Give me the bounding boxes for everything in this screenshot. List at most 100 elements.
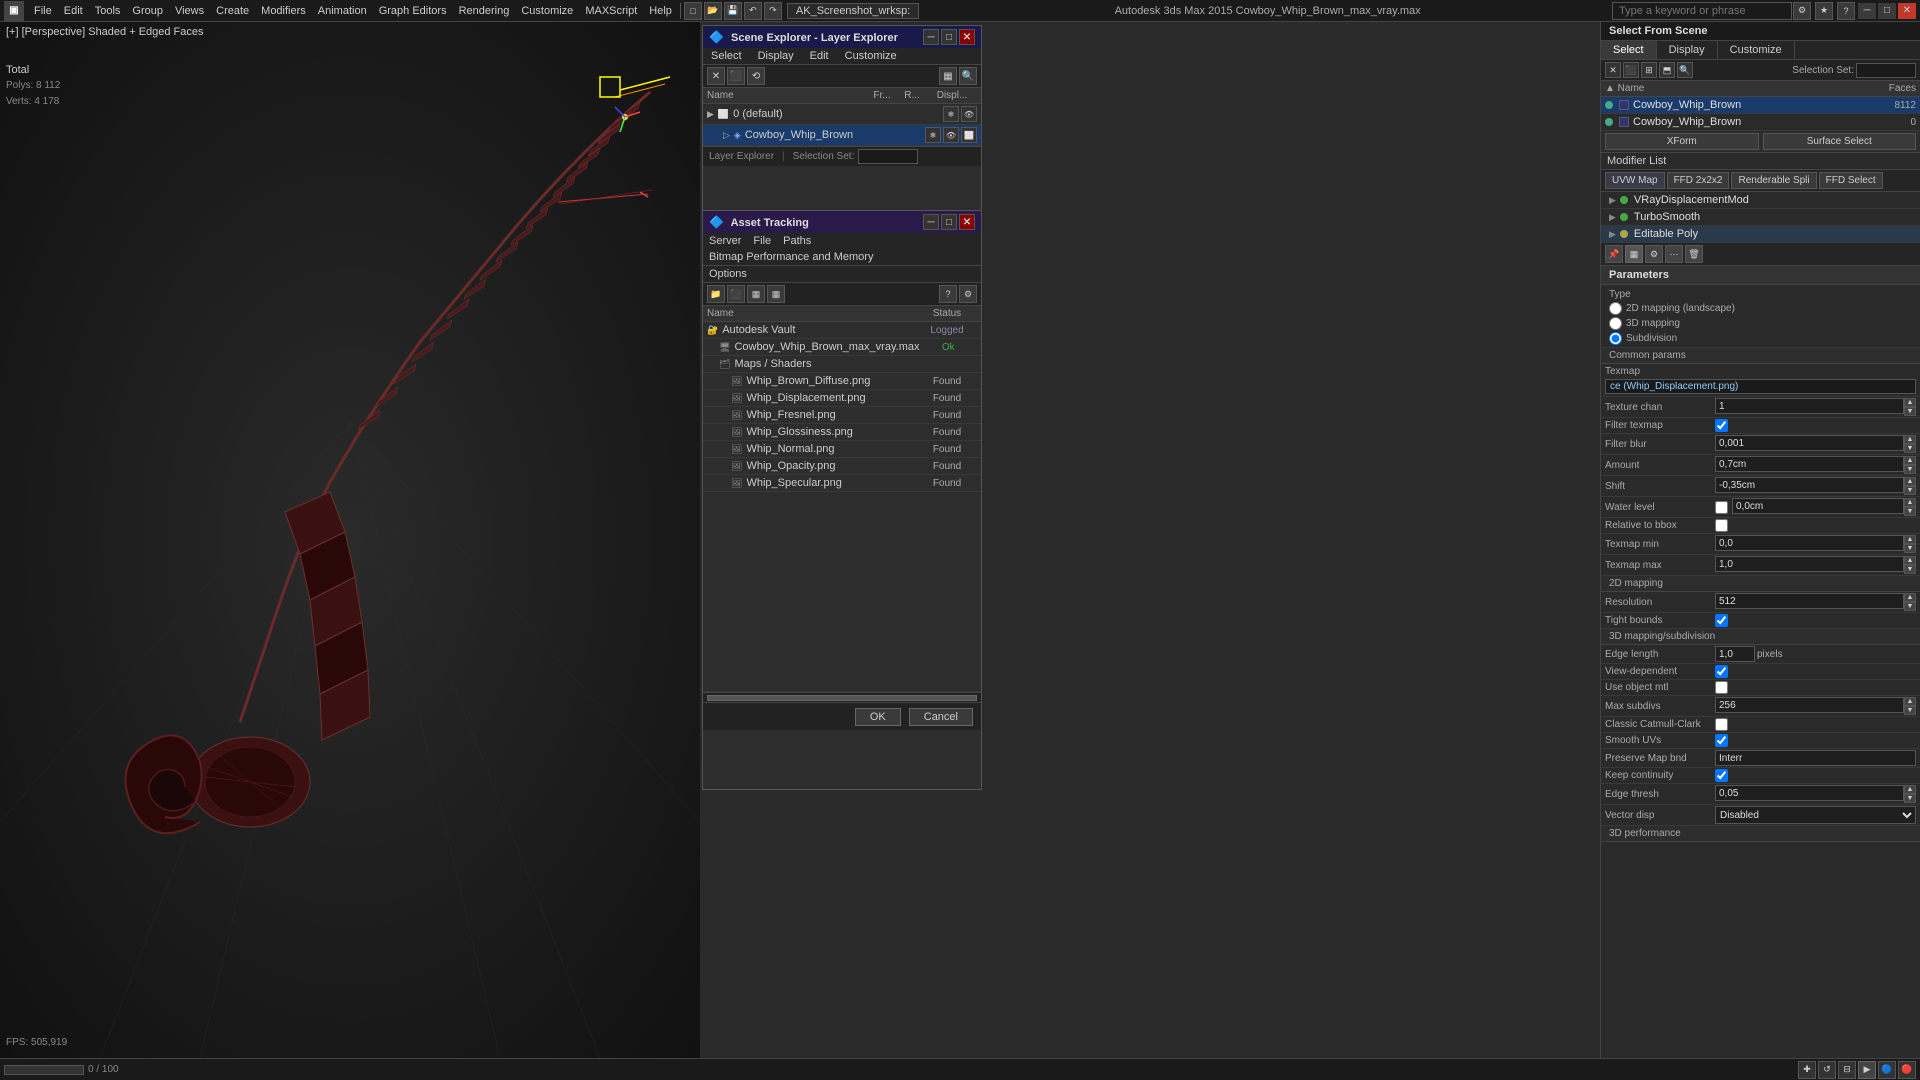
at-tool-help[interactable]: ? [939, 285, 957, 303]
amount-down[interactable]: ▼ [1904, 465, 1916, 474]
at-tool-2[interactable]: ⬛ [727, 285, 745, 303]
texmap-min-up[interactable]: ▲ [1904, 535, 1916, 544]
mapping-2d-header[interactable]: 2D mapping [1601, 576, 1920, 592]
edge-thresh-input[interactable] [1715, 785, 1904, 801]
shift-down[interactable]: ▼ [1904, 486, 1916, 495]
at-restore-btn[interactable]: □ [941, 214, 957, 230]
layer-action-1[interactable]: ❄ [943, 106, 959, 122]
menu-edit[interactable]: Edit [58, 3, 89, 19]
shift-input[interactable] [1715, 477, 1904, 493]
at-menu-server[interactable]: Server [703, 233, 747, 249]
layer-action-2[interactable]: 👁 [961, 106, 977, 122]
edge-thresh-down[interactable]: ▼ [1904, 794, 1916, 803]
toolbar-save[interactable]: 💾 [724, 2, 742, 20]
mod-icon-stack[interactable]: ▦ [1625, 245, 1643, 263]
amount-up[interactable]: ▲ [1904, 456, 1916, 465]
bt-scale[interactable]: ⊟ [1838, 1061, 1856, 1079]
vector-disp-select[interactable]: Disabled Object space Tangent space [1715, 806, 1916, 824]
layer-explorer-close[interactable]: ✕ [959, 29, 975, 45]
at-row-normal[interactable]: 🖼 Whip_Normal.png Found [703, 441, 981, 458]
close-btn[interactable]: ✕ [1898, 3, 1916, 19]
scene-obj-1[interactable]: Cowboy_Whip_Brown 8112 [1601, 97, 1920, 114]
le-tool-1[interactable]: ✕ [707, 67, 725, 85]
minimize-btn[interactable]: ─ [1858, 3, 1876, 19]
menu-customize[interactable]: Customize [515, 3, 579, 19]
at-row-maxfile[interactable]: 🖥 Cowboy_Whip_Brown_max_vray.max Ok [703, 339, 981, 356]
params-header[interactable]: Parameters [1601, 266, 1920, 285]
at-tool-3[interactable]: ▦ [747, 285, 765, 303]
at-tool-1[interactable]: 📁 [707, 285, 725, 303]
view-dependent-check[interactable] [1715, 665, 1728, 678]
obj-action-3[interactable]: ⬜ [961, 127, 977, 143]
resolution-up[interactable]: ▲ [1904, 593, 1916, 602]
st-btn-4[interactable]: ⬒ [1659, 62, 1675, 78]
use-obj-mtl-check[interactable] [1715, 681, 1728, 694]
bt-rotate[interactable]: ↺ [1818, 1061, 1836, 1079]
at-menu-file[interactable]: File [747, 233, 777, 249]
water-down[interactable]: ▼ [1904, 507, 1916, 516]
maximize-btn[interactable]: □ [1878, 3, 1896, 19]
layer-row-cowboy[interactable]: ▷ ◈ Cowboy_Whip_Brown ❄ 👁 ⬜ [703, 125, 981, 146]
mod-vray-displacement[interactable]: ▶ VRayDisplacementMod [1601, 192, 1920, 209]
selection-set-input[interactable] [858, 149, 918, 164]
menu-file[interactable]: File [28, 3, 58, 19]
texmap-max-up[interactable]: ▲ [1904, 556, 1916, 565]
amount-input[interactable] [1715, 456, 1904, 472]
keep-cont-check[interactable] [1715, 769, 1728, 782]
texture-chan-up[interactable]: ▲ [1904, 398, 1916, 407]
at-close-btn[interactable]: ✕ [959, 214, 975, 230]
layer-row-default[interactable]: ▶ ⬜ 0 (default) ❄ 👁 [703, 104, 981, 125]
tab-display[interactable]: Display [1657, 41, 1718, 59]
texmap-min-input[interactable] [1715, 535, 1904, 551]
texture-chan-down[interactable]: ▼ [1904, 407, 1916, 416]
edge-thresh-up[interactable]: ▲ [1904, 785, 1916, 794]
surface-select-btn[interactable]: Surface Select [1763, 133, 1917, 150]
resolution-down[interactable]: ▼ [1904, 602, 1916, 611]
radio-sub-input[interactable] [1609, 332, 1622, 345]
icon-btn-2[interactable]: ★ [1815, 2, 1833, 20]
at-row-displacement[interactable]: 🖼 Whip_Displacement.png Found [703, 390, 981, 407]
at-row-fresnel[interactable]: 🖼 Whip_Fresnel.png Found [703, 407, 981, 424]
at-row-opacity[interactable]: 🖼 Whip_Opacity.png Found [703, 458, 981, 475]
menu-maxscript[interactable]: MAXScript [579, 3, 643, 19]
le-tool-2[interactable]: ⬛ [727, 67, 745, 85]
mod-icon-delete[interactable]: 🗑 [1685, 245, 1703, 263]
menu-display[interactable]: Display [750, 48, 802, 64]
at-menu-paths[interactable]: Paths [777, 233, 817, 249]
obj-action-2[interactable]: 👁 [943, 127, 959, 143]
at-row-maps-folder[interactable]: 🗂 Maps / Shaders [703, 356, 981, 373]
mapping-3d-header[interactable]: 3D mapping/subdivision [1601, 629, 1920, 645]
mod-tab-ffd[interactable]: FFD 2x2x2 [1667, 172, 1730, 189]
layer-explorer-restore[interactable]: □ [941, 29, 957, 45]
toolbar-new[interactable]: □ [684, 2, 702, 20]
st-btn-2[interactable]: ⬛ [1623, 62, 1639, 78]
menu-modifiers[interactable]: Modifiers [255, 3, 312, 19]
menu-views[interactable]: Views [169, 3, 210, 19]
at-row-vault[interactable]: 🔐 Autodesk Vault Logged [703, 322, 981, 339]
menu-rendering[interactable]: Rendering [453, 3, 516, 19]
texmap-min-down[interactable]: ▼ [1904, 544, 1916, 553]
bt-snap-opts[interactable]: 🔴 [1898, 1061, 1916, 1079]
bt-select[interactable]: ▶ [1858, 1061, 1876, 1079]
toolbar-redo[interactable]: ↷ [764, 2, 782, 20]
st-btn-1[interactable]: ✕ [1605, 62, 1621, 78]
bt-snap[interactable]: 🔵 [1878, 1061, 1896, 1079]
tab-customize[interactable]: Customize [1718, 41, 1795, 59]
tab-select[interactable]: Select [1601, 41, 1657, 59]
layer-explorer-minimize[interactable]: ─ [923, 29, 939, 45]
at-row-diffuse[interactable]: 🖼 Whip_Brown_Diffuse.png Found [703, 373, 981, 390]
at-cancel-btn[interactable]: Cancel [909, 708, 973, 726]
selection-set-field[interactable] [1856, 63, 1916, 78]
shift-up[interactable]: ▲ [1904, 477, 1916, 486]
at-menu-options[interactable]: Options [703, 266, 753, 282]
preserve-map-input[interactable] [1715, 750, 1916, 766]
max-subdivs-down[interactable]: ▼ [1904, 706, 1916, 715]
menu-create[interactable]: Create [210, 3, 255, 19]
relative-bbox-check[interactable] [1715, 519, 1728, 532]
mod-icon-pin[interactable]: 📌 [1605, 245, 1623, 263]
menu-help[interactable]: Help [643, 3, 678, 19]
menu-select[interactable]: Select [703, 48, 750, 64]
toolbar-open[interactable]: 📂 [704, 2, 722, 20]
search-input[interactable] [1612, 2, 1792, 20]
xform-btn[interactable]: XForm [1605, 133, 1759, 150]
